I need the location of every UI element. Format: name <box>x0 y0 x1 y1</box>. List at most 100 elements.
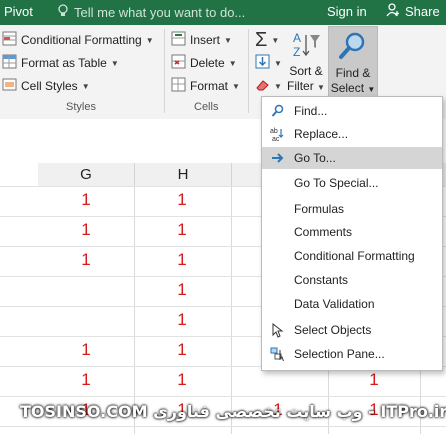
cell-styles-label: Cell Styles <box>21 79 78 93</box>
cell-value-g[interactable]: 1 <box>71 370 101 390</box>
share-label: Share <box>405 4 440 19</box>
sort-filter-text: Filter <box>287 79 314 93</box>
sigma-icon: Σ <box>255 29 268 51</box>
conditional-formatting-label: Conditional Formatting <box>21 33 142 47</box>
sort-filter-label-1: Sort & <box>289 64 323 78</box>
dropdown-caret-icon: ▼ <box>271 36 280 45</box>
cell-value-g[interactable]: 1 <box>71 190 101 210</box>
menu-item-label: Formulas <box>294 202 345 216</box>
insert-button[interactable]: Insert ▼ <box>171 31 232 49</box>
column-header-g[interactable]: G <box>38 163 135 187</box>
cell-value-h[interactable]: 1 <box>167 280 197 300</box>
cell-value-k[interactable]: 1 <box>359 370 389 390</box>
sort-filter-label-2: Filter ▼ <box>287 79 325 95</box>
replace-icon: ab ac <box>262 126 294 142</box>
menu-item-go-to-special[interactable]: Go To Special... <box>262 172 442 194</box>
tell-me-text: Tell me what you want to do... <box>74 4 246 20</box>
cells-group-label: Cells <box>194 101 219 113</box>
format-button[interactable]: Format ▼ <box>171 77 240 95</box>
dropdown-caret-icon: ▼ <box>224 35 232 45</box>
find-select-button[interactable]: Find & Select ▼ <box>328 26 378 100</box>
menu-item-label: Data Validation <box>294 297 375 311</box>
fill-down-icon <box>255 54 270 72</box>
insert-cells-icon <box>171 31 186 49</box>
cell-styles-icon <box>2 77 17 95</box>
cell-value-h[interactable]: 1 <box>167 250 197 270</box>
find-select-text: Select <box>330 81 365 95</box>
menu-item-label: Find... <box>294 104 328 118</box>
pivot-tab-label[interactable]: Pivot <box>4 4 33 19</box>
cell-styles-button[interactable]: Cell Styles ▼ <box>2 77 90 95</box>
group-divider <box>164 29 165 113</box>
sort-filter-button[interactable]: AZ Sort & Filter ▼ <box>287 29 325 95</box>
cell-value-g[interactable]: 1 <box>71 220 101 240</box>
svg-text:ab: ab <box>270 128 278 135</box>
title-bar: Pivot Tell me what you want to do... Sig… <box>0 0 446 25</box>
insert-label: Insert <box>190 33 221 47</box>
menu-item-label: Constants <box>294 273 349 287</box>
cell-value-h[interactable]: 1 <box>167 340 197 360</box>
menu-item-formulas[interactable]: Formulas <box>262 198 442 220</box>
dropdown-caret-icon: ▼ <box>367 85 376 94</box>
autosum-button[interactable]: Σ ▼ <box>255 29 279 52</box>
styles-group-label: Styles <box>66 101 96 113</box>
cell-value-g[interactable]: 1 <box>71 340 101 360</box>
menu-item-label: Go To Special... <box>294 176 379 190</box>
menu-item-comments[interactable]: Comments <box>262 221 442 243</box>
menu-item-label: Select Objects <box>294 323 372 337</box>
table-icon <box>2 54 17 72</box>
fill-button[interactable]: ▼ <box>255 54 282 72</box>
menu-item-selection-pane[interactable]: Selection Pane... <box>262 343 442 365</box>
find-select-menu: Find... ab ac Replace... Go To... Go To S… <box>261 96 443 371</box>
delete-button[interactable]: Delete ▼ <box>171 54 237 72</box>
sign-in-link[interactable]: Sign in <box>327 4 367 19</box>
grid-line <box>0 396 446 397</box>
svg-text:Z: Z <box>293 45 300 59</box>
lightbulb-icon <box>58 4 68 20</box>
selection-pane-icon <box>262 346 294 362</box>
menu-item-label: Comments <box>294 225 353 239</box>
menu-item-label: Go To... <box>294 151 336 165</box>
magnifier-icon <box>338 31 368 66</box>
dropdown-caret-icon: ▼ <box>110 58 119 68</box>
menu-item-go-to[interactable]: Go To... <box>262 147 442 169</box>
cell-value-h[interactable]: 1 <box>167 220 197 240</box>
dropdown-caret-icon: ▼ <box>317 83 325 92</box>
cell-value-h[interactable]: 1 <box>167 310 197 330</box>
format-label: Format <box>190 79 229 93</box>
share-button[interactable]: Share <box>380 2 446 21</box>
cell-value-g[interactable]: 1 <box>71 250 101 270</box>
menu-item-find[interactable]: Find... <box>262 100 442 122</box>
dropdown-caret-icon: ▼ <box>274 81 282 91</box>
find-select-label: Find & Select ▼ <box>329 66 377 97</box>
format-as-table-label: Format as Table <box>21 56 107 70</box>
dropdown-caret-icon: ▼ <box>81 81 90 91</box>
arrow-right-icon <box>262 152 294 164</box>
menu-item-select-objects[interactable]: Select Objects <box>262 319 442 341</box>
find-select-label-1: Find & <box>335 66 371 80</box>
dropdown-caret-icon: ▼ <box>145 35 154 45</box>
cell-value-h[interactable]: 1 <box>167 370 197 390</box>
delete-cells-icon <box>171 54 186 72</box>
person-icon <box>386 3 400 20</box>
menu-item-data-validation[interactable]: Data Validation <box>262 293 442 315</box>
svg-text:ac: ac <box>272 136 280 142</box>
pointer-icon <box>262 322 294 338</box>
clear-button[interactable]: ▼ <box>255 77 282 95</box>
dropdown-caret-icon: ▼ <box>228 58 237 68</box>
tell-me-box[interactable]: Tell me what you want to do... <box>58 4 245 20</box>
svg-text:A: A <box>293 31 301 45</box>
eraser-icon <box>255 77 270 95</box>
cell-value-h[interactable]: 1 <box>167 190 197 210</box>
group-divider <box>248 29 249 113</box>
menu-item-constants[interactable]: Constants <box>262 269 442 291</box>
dropdown-caret-icon: ▼ <box>232 81 240 91</box>
format-as-table-button[interactable]: Format as Table ▼ <box>2 54 119 72</box>
binoculars-icon <box>262 104 294 118</box>
menu-item-conditional-formatting[interactable]: Conditional Formatting <box>262 245 442 267</box>
delete-label: Delete <box>190 56 225 70</box>
grid-line <box>0 426 446 427</box>
menu-item-replace[interactable]: ab ac Replace... <box>262 123 442 145</box>
conditional-formatting-button[interactable]: Conditional Formatting ▼ <box>2 31 154 49</box>
column-header-h[interactable]: H <box>135 163 232 187</box>
